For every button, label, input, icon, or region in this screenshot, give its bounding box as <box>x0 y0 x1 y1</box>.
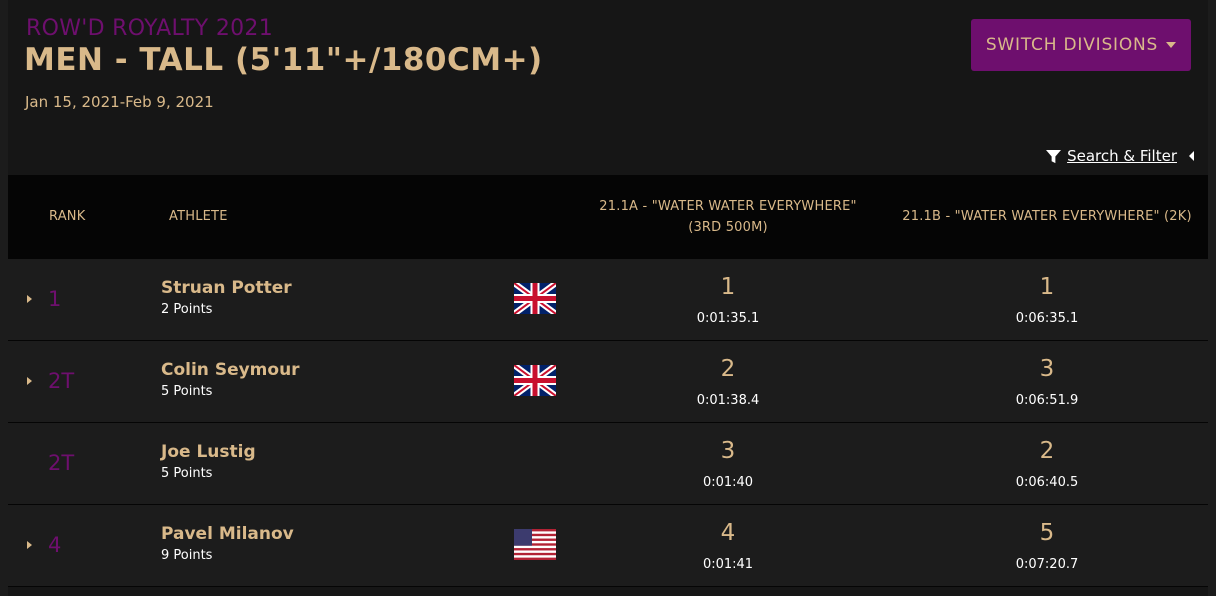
event-2-rank: 3 <box>1039 356 1055 382</box>
athlete-name[interactable]: Joe Lustig <box>161 442 256 462</box>
event-1-time: 0:01:38.4 <box>696 393 760 408</box>
table-row[interactable]: 2T Colin Seymour 5 Points 2 0:01:38.4 3 … <box>8 341 1208 423</box>
rank-value: 2T <box>48 451 75 475</box>
table-row[interactable]: 2T Joe Lustig 5 Points 3 0:01:40 2 0:06:… <box>8 423 1208 505</box>
column-athlete[interactable]: ATHLETE <box>169 206 228 227</box>
event-2-time: 0:07:20.7 <box>1015 557 1079 572</box>
expand-row-icon[interactable] <box>27 377 32 385</box>
caret-down-icon <box>1166 42 1177 48</box>
column-event-1-subtitle: (3RD 500M) <box>688 220 768 235</box>
expand-row-icon[interactable] <box>27 295 32 303</box>
column-rank[interactable]: RANK <box>49 206 85 227</box>
athlete-name[interactable]: Pavel Milanov <box>161 524 294 544</box>
event-1-time: 0:01:40 <box>702 475 754 490</box>
search-filter-toggle[interactable]: Search & Filter <box>1046 147 1194 165</box>
event-1-rank: 1 <box>720 274 736 300</box>
table-row[interactable]: 4 Pavel Milanov 9 Points 4 0:01:41 5 0:0… <box>8 505 1208 587</box>
athlete-name[interactable]: Colin Seymour <box>161 360 300 380</box>
event-2-time: 0:06:40.5 <box>1015 475 1079 490</box>
rank-value: 2T <box>48 369 75 393</box>
event-2-time: 0:06:35.1 <box>1015 311 1079 326</box>
column-event-1-title: 21.1A - "WATER WATER EVERYWHERE" <box>599 199 857 214</box>
search-filter-label: Search & Filter <box>1067 147 1177 165</box>
event-1-rank: 3 <box>720 438 736 464</box>
event-1-rank: 4 <box>720 520 736 546</box>
switch-divisions-label: SWITCH DIVISIONS <box>985 35 1159 55</box>
column-event-2[interactable]: 21.1B - "WATER WATER EVERYWHERE" (2K) <box>897 206 1197 227</box>
athlete-name[interactable]: Struan Potter <box>161 278 292 298</box>
us-flag-icon <box>514 529 556 560</box>
event-2-rank: 5 <box>1039 520 1055 546</box>
event-2-rank: 1 <box>1039 274 1055 300</box>
event-1-rank: 2 <box>720 356 736 382</box>
expand-row-icon[interactable] <box>27 541 32 549</box>
athlete-points: 5 Points <box>161 384 213 399</box>
uk-flag-icon <box>514 365 556 396</box>
athlete-points: 2 Points <box>161 302 213 317</box>
athlete-points: 5 Points <box>161 466 213 481</box>
uk-flag-icon <box>514 283 556 314</box>
leaderboard-panel: ROW'D ROYALTY 2021 MEN - TALL (5'11"+/18… <box>8 0 1208 596</box>
rank-value: 4 <box>48 533 62 557</box>
event-1-time: 0:01:41 <box>702 557 754 572</box>
event-2-time: 0:06:51.9 <box>1015 393 1079 408</box>
table-header: RANK ATHLETE 21.1A - "WATER WATER EVERYW… <box>8 175 1208 259</box>
leaderboard-header: ROW'D ROYALTY 2021 MEN - TALL (5'11"+/18… <box>8 0 1208 175</box>
event-name: ROW'D ROYALTY 2021 <box>26 16 274 41</box>
filter-icon <box>1046 149 1062 163</box>
division-title: MEN - TALL (5'11"+/180CM+) <box>24 42 543 78</box>
date-range: Jan 15, 2021-Feb 9, 2021 <box>25 93 214 111</box>
switch-divisions-button[interactable]: SWITCH DIVISIONS <box>971 19 1191 71</box>
rank-value: 1 <box>48 287 62 311</box>
event-1-time: 0:01:35.1 <box>696 311 760 326</box>
column-event-1[interactable]: 21.1A - "WATER WATER EVERYWHERE" (3RD 50… <box>578 196 878 238</box>
table-row[interactable]: 1 Struan Potter 2 Points 1 0:01:35.1 1 0… <box>8 259 1208 341</box>
athlete-points: 9 Points <box>161 548 213 563</box>
caret-left-icon <box>1189 151 1194 161</box>
event-2-rank: 2 <box>1039 438 1055 464</box>
